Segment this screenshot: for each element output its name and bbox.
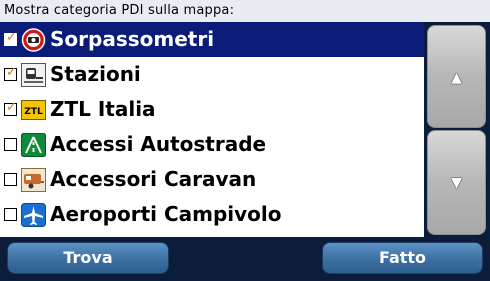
speed-camera-icon <box>21 28 46 52</box>
find-button-label: Trova <box>63 248 113 267</box>
ztl-zone-icon: ZTL <box>21 100 46 120</box>
header-bar: Mostra categoria PDI sulla mappa: <box>0 0 490 22</box>
bottom-bar: Trova Fatto <box>0 237 490 281</box>
checkbox[interactable] <box>4 173 17 186</box>
list-item-stazioni[interactable]: ✓ Stazioni <box>0 57 424 92</box>
done-button-label: Fatto <box>378 248 427 267</box>
scroll-up-button[interactable]: ▲ <box>427 25 486 128</box>
list-item-ztl-italia[interactable]: ✓ ZTL ZTL Italia <box>0 92 424 127</box>
list-item-label: Stazioni <box>50 62 141 86</box>
arrow-down-icon: ▼ <box>451 175 462 191</box>
page-title: Mostra categoria PDI sulla mappa: <box>4 3 235 18</box>
checkbox[interactable]: ✓ <box>4 65 17 81</box>
airplane-icon <box>21 203 46 227</box>
scroll-down-button[interactable]: ▼ <box>427 130 486 235</box>
train-station-icon <box>21 63 46 87</box>
caravan-icon <box>21 168 46 192</box>
checkmark-icon: ✓ <box>6 65 17 80</box>
list-item-label: Sorpassometri <box>50 27 215 51</box>
list-item-sorpassometri[interactable]: ✓ Sorpassometri <box>0 22 424 57</box>
checkbox[interactable] <box>4 208 17 221</box>
ztl-icon-text: ZTL <box>24 107 43 117</box>
checkmark-icon: ✓ <box>6 30 17 45</box>
checkbox[interactable]: ✓ <box>4 30 17 46</box>
list-item-aeroporti-campivolo[interactable]: Aeroporti Campivolo <box>0 197 424 232</box>
list-item-label: ZTL Italia <box>50 97 156 121</box>
poi-category-screen: Mostra categoria PDI sulla mappa: ✓ Sorp… <box>0 0 490 281</box>
list-item-label: Accessi Autostrade <box>50 132 267 156</box>
list-item-accessori-caravan[interactable]: Accessori Caravan <box>0 162 424 197</box>
done-button[interactable]: Fatto <box>322 242 483 274</box>
arrow-up-icon: ▲ <box>451 70 462 86</box>
checkmark-icon: ✓ <box>6 100 17 115</box>
scrollbar: ▲ ▼ <box>424 22 490 237</box>
list-item-accessi-autostrade[interactable]: Accessi Autostrade <box>0 127 424 162</box>
find-button[interactable]: Trova <box>7 242 169 274</box>
poi-category-list: ✓ Sorpassometri ✓ Stazioni ✓ ZTL ZTL Ita… <box>0 22 424 237</box>
motorway-access-icon <box>21 133 46 157</box>
checkbox[interactable] <box>4 138 17 151</box>
list-item-label: Aeroporti Campivolo <box>50 202 282 226</box>
list-item-label: Accessori Caravan <box>50 167 257 191</box>
checkbox[interactable]: ✓ <box>4 100 17 116</box>
